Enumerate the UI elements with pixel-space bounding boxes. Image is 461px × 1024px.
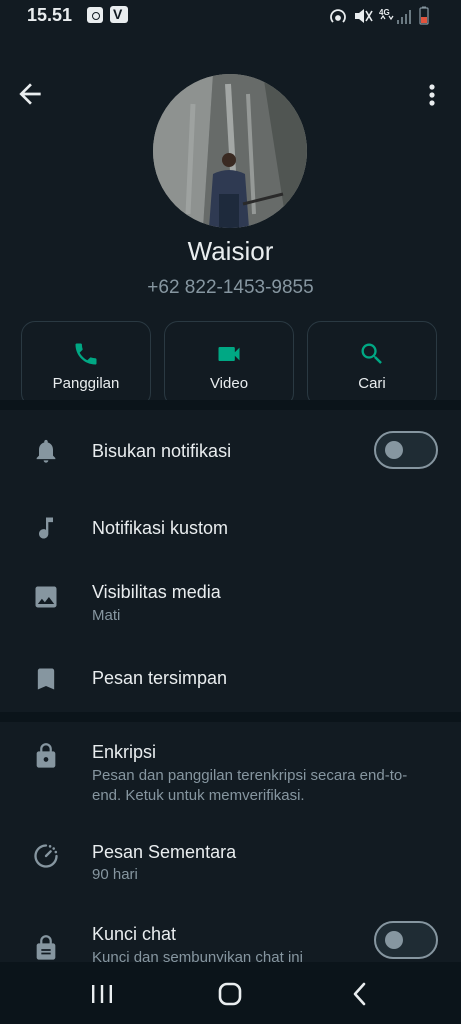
contact-phone: +62 822-1453-9855	[147, 277, 314, 298]
mute-icon	[355, 9, 373, 23]
contact-header: Waisior +62 822-1453-9855 Panggilan Vide…	[0, 30, 461, 407]
lock-icon	[36, 743, 56, 768]
encryption-row[interactable]: Enkripsi Pesan dan panggilan terenkripsi…	[0, 722, 461, 822]
lock-chat-icon	[36, 935, 56, 960]
custom-notifications-label: Notifikasi kustom	[92, 518, 229, 538]
disappearing-messages-row[interactable]: Pesan Sementara 90 hari	[0, 822, 461, 908]
mute-notifications-toggle[interactable]	[374, 431, 438, 469]
home-icon[interactable]	[216, 980, 244, 1008]
bell-icon	[36, 439, 56, 463]
back-nav-icon[interactable]	[346, 980, 374, 1008]
more-options-button[interactable]	[420, 78, 444, 110]
mute-notifications-label: Bisukan notifikasi	[92, 441, 232, 461]
contact-name: Waisior	[187, 236, 274, 266]
status-bar: 15.51 4G	[0, 0, 461, 30]
custom-notifications-row[interactable]: Notifikasi kustom	[0, 492, 461, 564]
encryption-label: Enkripsi	[92, 742, 157, 762]
section-divider	[0, 712, 461, 722]
music-note-icon	[39, 517, 53, 539]
phone-icon	[75, 343, 97, 365]
chat-lock-row[interactable]: Kunci chat Kunci dan sembunyikan chat in…	[0, 908, 461, 962]
status-icons: 4G	[329, 6, 439, 26]
image-icon	[35, 586, 57, 608]
media-visibility-label: Visibilitas media	[92, 582, 221, 602]
video-call-button[interactable]: Video	[164, 321, 294, 407]
video-label: Video	[209, 375, 249, 392]
encryption-description: Pesan dan panggilan terenkripsi secara e…	[92, 767, 408, 804]
disappearing-messages-label: Pesan Sementara	[92, 842, 237, 862]
saved-messages-row[interactable]: Pesan tersimpan	[0, 648, 461, 712]
4g-icon: 4G	[379, 8, 390, 17]
media-visibility-row[interactable]: Visibilitas media Mati	[0, 564, 461, 648]
timer-icon	[34, 844, 58, 868]
chat-lock-toggle[interactable]	[374, 921, 438, 959]
call-button[interactable]: Panggilan	[21, 321, 151, 407]
arrow-left-icon	[19, 83, 41, 105]
chat-lock-description: Kunci dan sembunyikan chat ini	[92, 949, 303, 962]
mute-notifications-row[interactable]: Bisukan notifikasi	[0, 410, 461, 492]
chat-lock-label: Kunci chat	[92, 924, 177, 944]
search-button[interactable]: Cari	[307, 321, 437, 407]
hotspot-icon	[330, 9, 346, 23]
media-visibility-value: Mati	[92, 607, 121, 624]
status-time: 15.51	[27, 5, 73, 25]
disappearing-messages-value: 90 hari	[92, 866, 138, 883]
v-app-icon	[110, 6, 128, 23]
avatar[interactable]	[153, 74, 307, 228]
call-label: Panggilan	[52, 375, 120, 392]
signal-icon	[397, 10, 411, 24]
system-nav-bar	[0, 962, 461, 1024]
saved-messages-label: Pesan tersimpan	[92, 668, 228, 688]
section-divider	[0, 400, 461, 410]
bookmark-icon	[37, 668, 55, 690]
search-label: Cari	[358, 375, 386, 392]
videocam-icon	[218, 347, 240, 361]
camera-app-icon	[87, 7, 103, 23]
back-button[interactable]	[14, 78, 46, 110]
more-vert-icon	[429, 84, 435, 106]
battery-icon	[419, 6, 429, 25]
recents-icon[interactable]	[88, 980, 116, 1008]
search-icon	[361, 343, 382, 364]
